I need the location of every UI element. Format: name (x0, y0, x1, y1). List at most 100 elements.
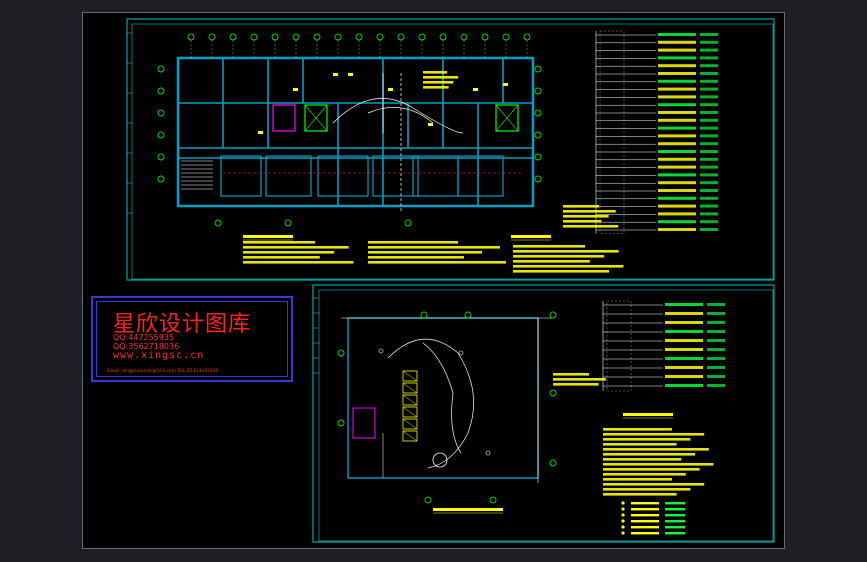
axis-bubble (157, 131, 165, 139)
riser-label (658, 196, 696, 200)
notes-text (603, 463, 714, 466)
axis-bubble (523, 33, 531, 41)
plan1-room (457, 155, 504, 197)
riser-label (700, 33, 718, 36)
axis-bubble (157, 87, 165, 95)
riser-label (700, 150, 718, 153)
legend-text (665, 520, 685, 523)
legend-symbol (621, 531, 625, 535)
notes-text (368, 251, 482, 254)
legend-text (665, 508, 685, 511)
light-fixture-x (402, 430, 418, 442)
riser-label (707, 384, 725, 387)
watermark-footer: Email: xingscsource@163.com TEL:15113342… (107, 369, 219, 374)
riser-label (665, 330, 703, 333)
drawing-title (623, 413, 673, 416)
notes-text (368, 256, 464, 259)
cad-viewport[interactable]: 星欣设计图库 QQ:447255935 QQ:3562718036 www.xi… (82, 12, 785, 549)
axis-bubble (157, 153, 165, 161)
axis-bubble (214, 219, 222, 227)
axis-bubble (187, 33, 195, 41)
riser-label (700, 56, 718, 60)
riser-label (700, 118, 718, 122)
axis-bubble (534, 131, 542, 139)
legend-symbol (621, 519, 625, 523)
riser-label (700, 95, 718, 99)
riser-label (658, 64, 696, 68)
plan1-room (265, 155, 312, 197)
notes-text (553, 373, 589, 376)
riser-label (700, 79, 718, 83)
riser-label (700, 220, 718, 224)
riser-label (707, 330, 725, 333)
riser-label (658, 220, 696, 224)
riser-label (700, 165, 718, 169)
legend-symbol (621, 525, 625, 529)
riser-label (700, 103, 718, 107)
riser-label (665, 357, 703, 360)
notes-text (603, 428, 672, 431)
riser-label (658, 212, 696, 216)
riser-label (658, 150, 696, 153)
axis-bubble (534, 87, 542, 95)
plan1-room (372, 155, 419, 197)
riser-label (658, 95, 696, 99)
riser-label (658, 72, 696, 75)
notes-text (423, 76, 459, 79)
riser-label (700, 189, 718, 192)
notes-text (563, 225, 619, 228)
notes-text (603, 483, 705, 486)
notes-text (368, 246, 500, 249)
axis-bubble (549, 459, 557, 467)
riser-label (700, 204, 718, 208)
axis-bubble (439, 33, 447, 41)
riser-label (658, 134, 696, 138)
riser-panel (606, 300, 632, 392)
legend-text (665, 526, 685, 529)
riser-panel (599, 30, 625, 235)
notes-text (603, 438, 691, 441)
notes-text (243, 256, 320, 259)
notes-text (603, 448, 709, 451)
axis-bubble (424, 496, 432, 504)
axis-bubble (549, 389, 557, 397)
riser-label (658, 79, 696, 83)
axis-bubble (284, 219, 292, 227)
notes-text (513, 270, 609, 273)
riser-label (700, 48, 718, 52)
notes-text (513, 255, 605, 258)
riser-label (665, 348, 703, 351)
drawing-title (433, 508, 503, 511)
riser-label (658, 173, 696, 177)
notes-text (423, 81, 454, 84)
notes-text (368, 241, 458, 244)
light-fixture-x (402, 418, 418, 430)
axis-bubble (376, 33, 384, 41)
notes-text (603, 443, 677, 446)
riser-label (658, 33, 696, 36)
riser-label (700, 196, 718, 200)
notes-text (553, 378, 606, 381)
axis-bubble (355, 33, 363, 41)
axis-bubble (534, 153, 542, 161)
riser-label (707, 348, 725, 351)
watermark-qq1: QQ:447255935 (113, 333, 175, 342)
notes-text (423, 86, 449, 89)
plan1-room (317, 155, 369, 197)
drawing-title (243, 235, 293, 238)
axis-bubble (157, 175, 165, 183)
wiring (422, 342, 462, 454)
light-fixture-x (402, 370, 418, 382)
riser-label (707, 339, 725, 342)
notes-text (243, 246, 349, 249)
fixture-mark (293, 88, 298, 91)
riser-label (700, 40, 718, 44)
notes-text (243, 251, 335, 254)
notes-text (563, 205, 599, 208)
axis-bubble (292, 33, 300, 41)
notes-text (563, 215, 609, 218)
axis-bubble (271, 33, 279, 41)
riser-label (665, 375, 703, 378)
axis-bubble (481, 33, 489, 41)
riser-label (658, 118, 696, 122)
